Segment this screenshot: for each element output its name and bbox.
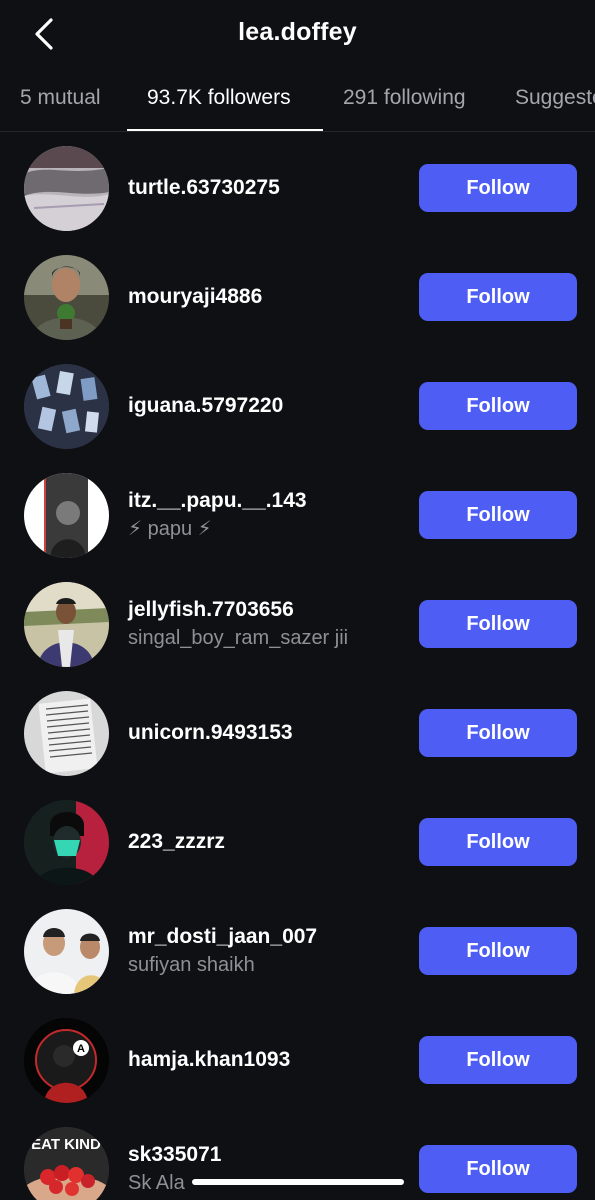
list-item[interactable]: EAT KIND sk335071 Sk Ala Follow xyxy=(0,1114,595,1200)
avatar[interactable]: A xyxy=(24,1018,109,1103)
follow-button[interactable]: Follow xyxy=(419,709,577,757)
avatar[interactable] xyxy=(24,255,109,340)
username[interactable]: sk335071 xyxy=(128,1141,408,1169)
username[interactable]: unicorn.9493153 xyxy=(128,719,408,747)
user-info: hamja.khan1093 xyxy=(128,1005,408,1114)
avatar[interactable] xyxy=(24,691,109,776)
home-indicator[interactable] xyxy=(192,1179,404,1185)
top-bar: lea.doffey xyxy=(0,0,595,68)
user-info: turtle.63730275 xyxy=(128,133,408,242)
user-info: 223_zzzrz xyxy=(128,787,408,896)
list-item[interactable]: 223_zzzrz Follow xyxy=(0,787,595,896)
avatar-letter: A xyxy=(77,1043,85,1055)
avatar[interactable] xyxy=(24,582,109,667)
user-info: mouryaji4886 xyxy=(128,242,408,351)
avatar[interactable] xyxy=(24,364,109,449)
active-tab-indicator xyxy=(127,129,323,131)
follow-button[interactable]: Follow xyxy=(419,1145,577,1193)
avatar-image xyxy=(24,473,109,558)
list-item[interactable]: mouryaji4886 Follow xyxy=(0,242,595,351)
user-info: jellyfish.7703656 singal_boy_ram_sazer j… xyxy=(128,569,408,678)
avatar-image xyxy=(24,800,109,885)
follow-button[interactable]: Follow xyxy=(419,273,577,321)
username[interactable]: mouryaji4886 xyxy=(128,283,408,311)
list-item[interactable]: iguana.5797220 Follow xyxy=(0,351,595,460)
tab-mutual[interactable]: 5 mutual xyxy=(20,86,101,110)
avatar-image: A xyxy=(24,1018,109,1103)
avatar-image: EAT KIND xyxy=(24,1127,109,1200)
list-item[interactable]: turtle.63730275 Follow xyxy=(0,133,595,242)
avatar-caption: EAT KIND xyxy=(31,1136,101,1153)
follow-button[interactable]: Follow xyxy=(419,600,577,648)
avatar-image xyxy=(24,909,109,994)
display-name: ⚡ papu ⚡ xyxy=(128,517,212,540)
follow-button[interactable]: Follow xyxy=(419,818,577,866)
list-item[interactable]: unicorn.9493153 Follow xyxy=(0,678,595,787)
username[interactable]: hamja.khan1093 xyxy=(128,1046,408,1074)
follow-button[interactable]: Follow xyxy=(419,164,577,212)
list-item[interactable]: mr_dosti_jaan_007 sufiyan shaikh Follow xyxy=(0,896,595,1005)
username[interactable]: turtle.63730275 xyxy=(128,174,408,202)
follow-button[interactable]: Follow xyxy=(419,382,577,430)
avatar-image xyxy=(24,582,109,667)
avatar-image xyxy=(24,364,109,449)
display-name: singal_boy_ram_sazer jii xyxy=(128,626,349,649)
avatar-image xyxy=(24,146,109,231)
username[interactable]: itz.__.papu.__.143 xyxy=(128,487,408,515)
display-name: sufiyan shaikh xyxy=(128,953,255,976)
follow-button[interactable]: Follow xyxy=(419,1036,577,1084)
list-item[interactable]: itz.__.papu.__.143 ⚡ papu ⚡ Follow xyxy=(0,460,595,569)
list-item[interactable]: A hamja.khan1093 Follow xyxy=(0,1005,595,1114)
username[interactable]: iguana.5797220 xyxy=(128,392,408,420)
username[interactable]: mr_dosti_jaan_007 xyxy=(128,923,408,951)
user-info: mr_dosti_jaan_007 sufiyan shaikh xyxy=(128,896,408,1005)
avatar[interactable] xyxy=(24,800,109,885)
tab-suggested[interactable]: Suggested xyxy=(515,86,595,110)
avatar[interactable] xyxy=(24,473,109,558)
avatar[interactable]: EAT KIND xyxy=(24,1127,109,1200)
username[interactable]: jellyfish.7703656 xyxy=(128,596,408,624)
tab-following[interactable]: 291 following xyxy=(343,86,466,110)
avatar[interactable] xyxy=(24,909,109,994)
tab-bar: 5 mutual 93.7K followers 291 following S… xyxy=(0,70,595,132)
user-info: iguana.5797220 xyxy=(128,351,408,460)
user-info: unicorn.9493153 xyxy=(128,678,408,787)
tab-followers[interactable]: 93.7K followers xyxy=(147,86,291,110)
user-info: sk335071 Sk Ala xyxy=(128,1114,408,1200)
avatar-image xyxy=(24,691,109,776)
user-info: itz.__.papu.__.143 ⚡ papu ⚡ xyxy=(128,460,408,569)
list-item[interactable]: jellyfish.7703656 singal_boy_ram_sazer j… xyxy=(0,569,595,678)
avatar[interactable] xyxy=(24,146,109,231)
follow-button[interactable]: Follow xyxy=(419,491,577,539)
username[interactable]: 223_zzzrz xyxy=(128,828,408,856)
avatar-image xyxy=(24,255,109,340)
page-title: lea.doffey xyxy=(238,18,357,46)
follow-button[interactable]: Follow xyxy=(419,927,577,975)
